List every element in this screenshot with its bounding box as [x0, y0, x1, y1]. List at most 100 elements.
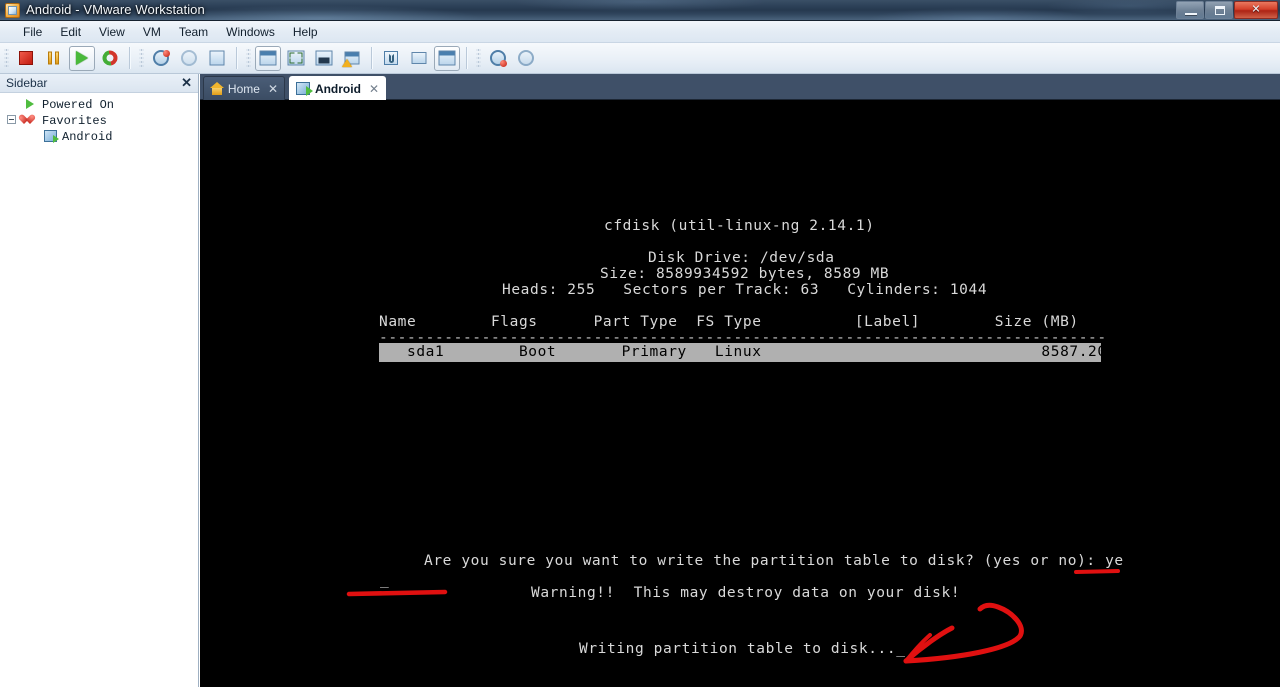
arrow-head-lower: [904, 633, 932, 663]
sidebar-close-button[interactable]: ✕: [181, 75, 192, 91]
menu-edit[interactable]: Edit: [51, 23, 90, 41]
sidebar-item-android[interactable]: Android: [0, 128, 198, 144]
sidebar-item-label: Android: [62, 130, 113, 144]
sidebar-header: Sidebar ✕: [0, 74, 198, 93]
pause-icon: [48, 51, 60, 65]
cfdisk-title: cfdisk (util-linux-ng 2.14.1): [604, 218, 875, 234]
team-settings-icon: [518, 50, 534, 66]
minimize-button[interactable]: [1176, 1, 1204, 19]
tab-strip: Home ✕ Android ✕: [200, 74, 1280, 100]
warning-icon: [342, 58, 352, 67]
unity-button[interactable]: [339, 46, 365, 71]
vmware-app-icon: [5, 3, 20, 18]
team-settings-button[interactable]: [513, 46, 539, 71]
reset-button[interactable]: [97, 46, 123, 71]
disk-drive-line: Disk Drive: /dev/sda: [648, 250, 835, 266]
toolbar-separator-3: [371, 47, 372, 69]
input-cursor: _: [380, 572, 390, 588]
powered-on-icon: [26, 99, 34, 109]
tab-close-icon[interactable]: ✕: [268, 82, 278, 96]
menu-bar: File Edit View VM Team Windows Help: [0, 21, 1280, 43]
close-button[interactable]: ✕: [1234, 1, 1278, 19]
partition-table-row[interactable]: sda1 Boot Primary Linux 8587.20: [379, 343, 1106, 362]
tab-android[interactable]: Android ✕: [289, 76, 386, 100]
toolbar-grip[interactable]: [4, 47, 9, 69]
virtual-machine-icon: [296, 82, 313, 96]
play-icon: [76, 51, 88, 65]
virtual-machine-icon: [44, 130, 59, 143]
sidebar-item-powered-on[interactable]: Powered On: [0, 96, 198, 112]
toolbar-separator-4: [466, 47, 467, 69]
quick-switch-icon: [287, 50, 305, 66]
minimize-icon: [1185, 13, 1197, 15]
sidebar-panel: Sidebar ✕ Powered On Favorites Android: [0, 74, 199, 687]
sidebar-title: Sidebar: [6, 76, 48, 90]
stop-icon: [19, 51, 33, 65]
tab-label: Android: [314, 81, 361, 96]
vmware-workstation-window: Android - VMware Workstation ✕ File Edit…: [0, 0, 1280, 687]
toolbar-separator-1: [129, 47, 130, 69]
summary-icon: [411, 52, 427, 64]
arrow-to-writing-cursor: [903, 602, 1024, 664]
team-power-badge-icon: [500, 59, 507, 67]
writing-status-line: Writing partition table to disk..._: [579, 641, 906, 657]
toolbar-separator-2: [236, 47, 237, 69]
snapshot-manager-icon: [209, 50, 225, 66]
home-icon: [210, 82, 224, 95]
confirm-prompt-line: Are you sure you want to write the parti…: [424, 553, 1124, 569]
suspend-button[interactable]: [41, 46, 67, 71]
sidebar-item-favorites[interactable]: Favorites: [0, 112, 198, 128]
main-toolbar: [0, 43, 1280, 74]
expander-icon[interactable]: [7, 115, 16, 124]
disk-size-line: Size: 8589934592 bytes, 8589 MB: [600, 266, 890, 282]
snapshot-badge-icon: [163, 49, 170, 57]
team-power-button[interactable]: [485, 46, 511, 71]
partition-table-header: Name Flags Part Type FS Type [Label] Siz…: [379, 314, 1079, 330]
warning-line: Warning!! This may destroy data on your …: [531, 585, 961, 601]
arrow-head-upper: [903, 625, 955, 664]
close-icon: ✕: [1251, 3, 1261, 16]
settings-button[interactable]: [378, 46, 404, 71]
snapshot-revert-icon: [181, 50, 197, 66]
full-screen-button[interactable]: [311, 46, 337, 71]
favorites-heart-icon: [24, 115, 36, 126]
tab-close-icon[interactable]: ✕: [369, 82, 379, 96]
power-on-button[interactable]: [69, 45, 95, 71]
maximize-icon: [1215, 6, 1225, 15]
vm-console-screen[interactable]: cfdisk (util-linux-ng 2.14.1) Disk Drive…: [200, 100, 1280, 687]
sidebar-tree: Powered On Favorites Android: [0, 93, 198, 144]
show-tabs-button[interactable]: [434, 45, 460, 71]
toolbar-grip-4[interactable]: [476, 47, 481, 69]
sidebar-item-label: Powered On: [42, 98, 115, 112]
tab-home[interactable]: Home ✕: [203, 76, 285, 100]
disk-geometry-line: Heads: 255 Sectors per Track: 63 Cylinde…: [502, 282, 988, 298]
menu-help[interactable]: Help: [284, 23, 327, 41]
menu-view[interactable]: View: [90, 23, 134, 41]
window-title: Android - VMware Workstation: [26, 2, 205, 17]
toolbar-grip-2[interactable]: [139, 47, 144, 69]
maximize-button[interactable]: [1205, 1, 1233, 19]
show-tabs-icon: [438, 50, 456, 66]
console-view-icon: [259, 50, 277, 66]
console-view-button[interactable]: [255, 45, 281, 71]
summary-view-button[interactable]: [406, 46, 432, 71]
revert-snapshot-button[interactable]: [176, 46, 202, 71]
underline-answer: [1074, 569, 1120, 574]
window-controls: ✕: [1175, 1, 1278, 19]
menu-team[interactable]: Team: [170, 23, 217, 41]
reset-icon: [99, 47, 121, 69]
take-snapshot-button[interactable]: [148, 46, 174, 71]
snapshot-manager-button[interactable]: [204, 46, 230, 71]
underline-cursor: [346, 589, 448, 597]
title-bar: Android - VMware Workstation ✕: [0, 0, 1280, 21]
wrench-icon: [384, 51, 398, 65]
fullscreen-icon: [315, 50, 333, 66]
menu-file[interactable]: File: [14, 23, 51, 41]
power-off-button[interactable]: [13, 46, 39, 71]
menu-windows[interactable]: Windows: [217, 23, 284, 41]
toolbar-grip-3[interactable]: [246, 47, 251, 69]
sidebar-item-label: Favorites: [42, 114, 107, 128]
quick-switch-button[interactable]: [283, 46, 309, 71]
tab-label: Home: [227, 81, 260, 96]
menu-vm[interactable]: VM: [134, 23, 170, 41]
